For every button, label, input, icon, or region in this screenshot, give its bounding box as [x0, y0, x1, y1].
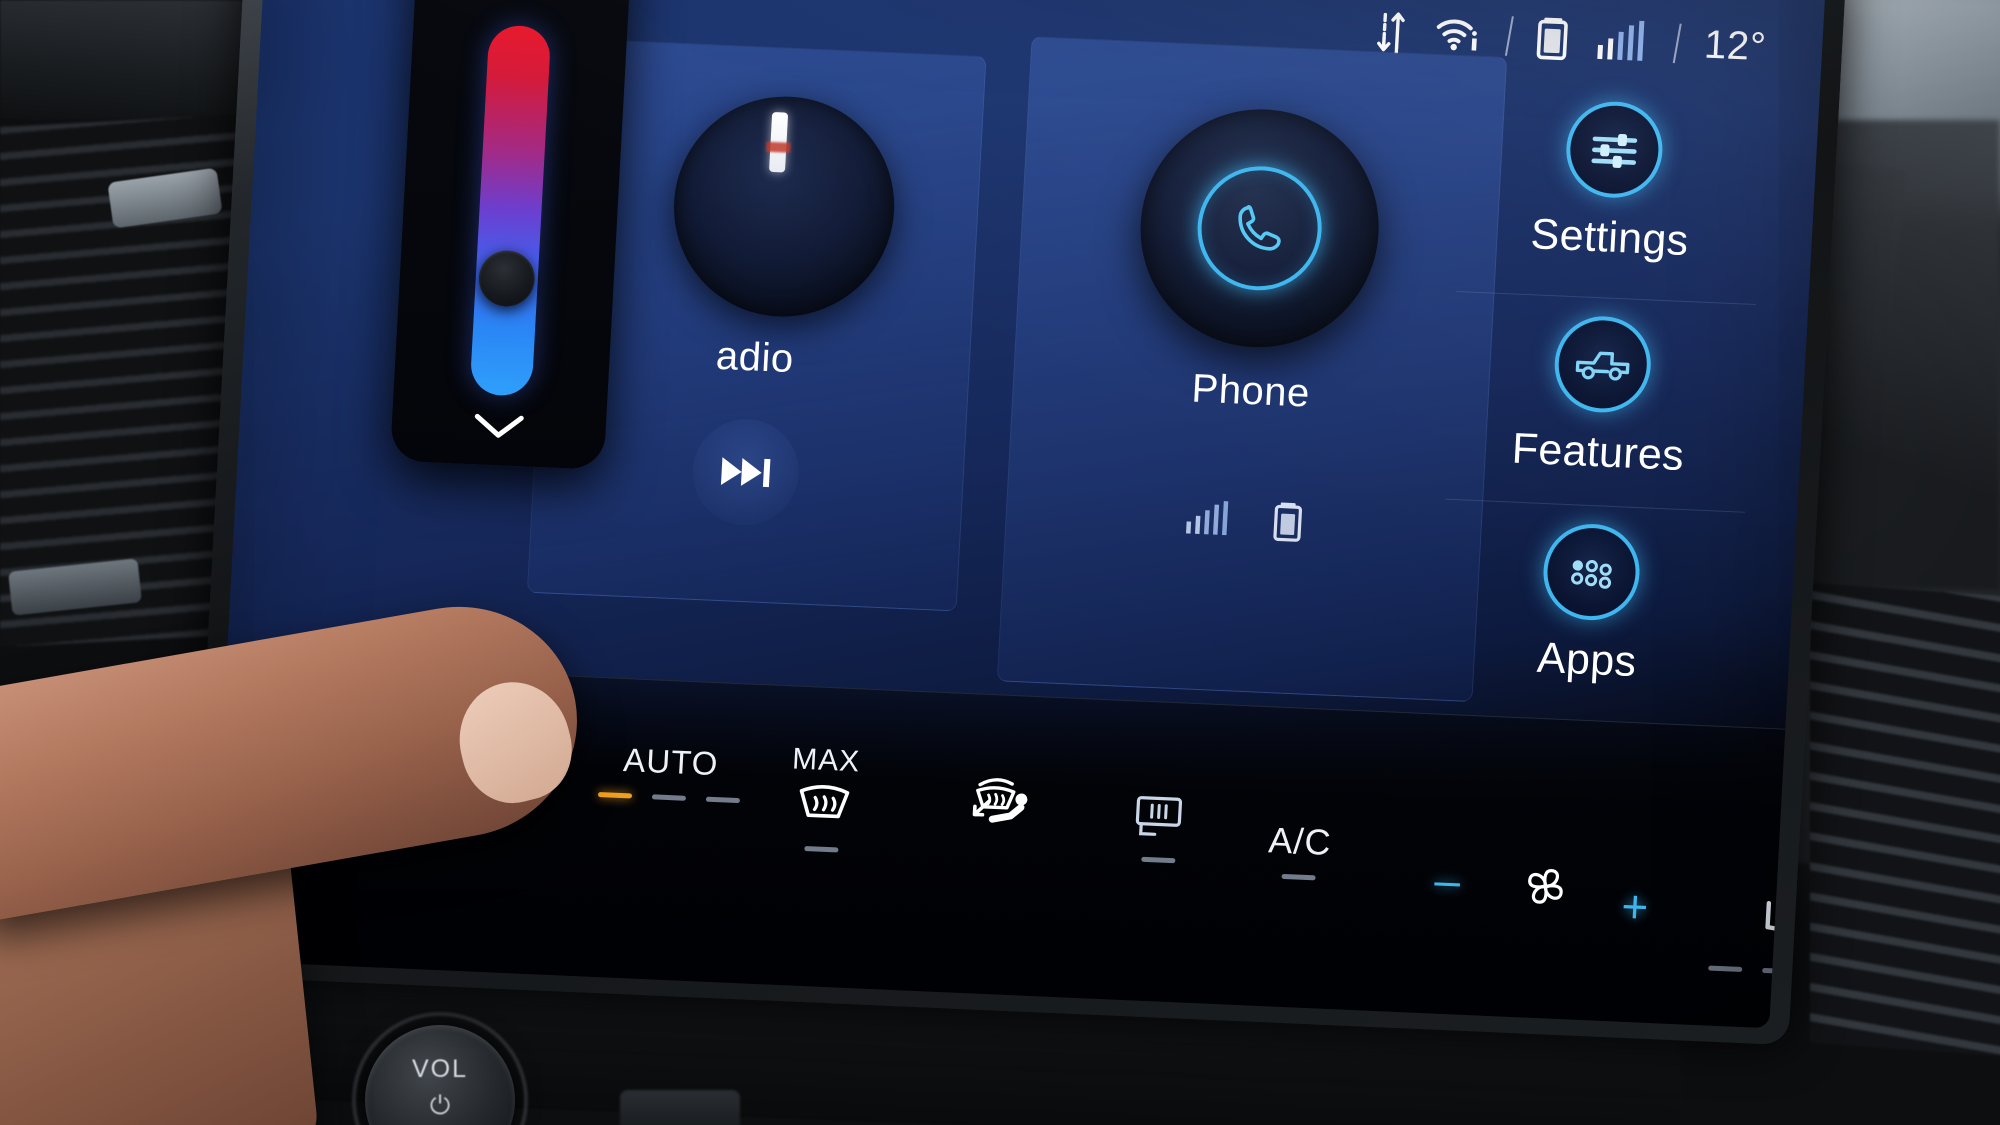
passenger-seat-indicators: [1708, 965, 1826, 977]
temperature-panel[interactable]: 20.0°: [389, 0, 637, 470]
menu-item-settings[interactable]: Settings: [1457, 83, 1768, 304]
temperature-down-button[interactable]: –: [397, 700, 426, 754]
menu-item-apps[interactable]: Apps: [1434, 498, 1745, 720]
phone-battery-icon: [1271, 500, 1304, 548]
data-transfer-arrows-icon: [1373, 8, 1409, 54]
infotainment-display: 12° adio Phone Settings Features Apps – …: [189, 0, 1847, 1046]
auto-climate-button[interactable]: AUTO: [597, 740, 743, 804]
chevron-down-icon[interactable]: [391, 407, 606, 446]
auto-level-dash: [651, 794, 687, 801]
seat-level-dash: [249, 755, 284, 763]
phone-signal-bars-icon: [1184, 499, 1232, 542]
tile-phone-label: Phone: [1190, 366, 1312, 416]
ac-button[interactable]: A/C: [1266, 819, 1333, 881]
wifi-info-icon: [1433, 13, 1483, 55]
temperature-gradient-slider[interactable]: [469, 24, 552, 397]
menu-item-features-label: Features: [1510, 424, 1686, 480]
menu-item-settings-label: Settings: [1529, 210, 1690, 266]
pickup-truck-icon: [1552, 314, 1654, 415]
tuner-knob-indicator: [768, 111, 789, 173]
driver-seat-button[interactable]: [249, 685, 395, 767]
rear-defrost-button[interactable]: [1129, 791, 1191, 864]
plus-icon: +: [508, 729, 539, 783]
max-defrost-dash: [804, 846, 839, 853]
minus-icon: –: [397, 700, 426, 754]
status-divider-1: [1504, 16, 1514, 56]
app-dots-icon: [1540, 522, 1643, 623]
menu-item-apps-label: Apps: [1535, 633, 1638, 687]
passenger-seat-button[interactable]: [1708, 895, 1826, 977]
seat-level-indicators: [249, 755, 392, 767]
seat-level-dash: [1708, 965, 1743, 973]
max-defrost-label: MAX: [791, 742, 862, 779]
temperature-value: 20.0°: [415, 0, 632, 13]
sliders-icon: [1563, 99, 1665, 200]
windshield-person-airflow-icon: [963, 772, 1043, 842]
auto-climate-label: AUTO: [622, 741, 720, 783]
seat-level-dash: [303, 758, 338, 765]
right-air-vent: [1810, 582, 2000, 1058]
rear-defrost-dash: [1141, 856, 1176, 864]
display-bezel: 12° adio Phone Settings Features Apps – …: [189, 0, 1847, 1046]
volume-knob-label: VOL: [411, 1055, 469, 1083]
status-divider-2: [1672, 23, 1682, 64]
display-screen[interactable]: 12° adio Phone Settings Features Apps – …: [210, 0, 1826, 1029]
max-defrost-button[interactable]: MAX: [787, 742, 861, 853]
console-button[interactable]: [620, 1090, 740, 1125]
signal-bars-icon: [1595, 19, 1651, 63]
right-menu: Settings Features Apps: [1434, 83, 1768, 720]
power-icon[interactable]: ⏻: [395, 1090, 485, 1122]
plus-icon: +: [1620, 879, 1650, 933]
dashboard-scene: VOL ⏻ 12° adio Phone Settings Features A…: [0, 0, 2000, 1125]
outside-temperature: 12°: [1703, 22, 1768, 69]
battery-icon: [1535, 14, 1571, 61]
max-defrost-indicator: [804, 846, 839, 853]
fan-blade-icon: [1515, 856, 1576, 921]
front-defrost-icon: [791, 781, 856, 841]
tile-phone[interactable]: Phone: [996, 36, 1508, 703]
auto-level-indicators: [597, 791, 741, 804]
temperature-up-button[interactable]: +: [508, 729, 539, 783]
seat-icon: [295, 687, 350, 746]
ac-dash: [1280, 873, 1316, 881]
rear-defrost-indicator: [1141, 856, 1176, 864]
fan-down-button[interactable]: –: [1433, 853, 1462, 907]
airflow-windshield-button[interactable]: [963, 772, 1043, 842]
menu-item-features[interactable]: Features: [1445, 290, 1757, 512]
ac-label: A/C: [1267, 819, 1333, 863]
ac-indicator: [1280, 873, 1316, 881]
fan-up-button[interactable]: +: [1620, 879, 1650, 933]
seat-level-dash: [357, 760, 392, 767]
seat-icon: [1754, 897, 1809, 956]
minus-icon: –: [1433, 853, 1462, 907]
auto-level-dash: [705, 796, 741, 804]
fan-icon-display[interactable]: [1515, 856, 1576, 921]
rear-defrost-icon: [1130, 791, 1191, 848]
auto-level-dash-active: [597, 791, 633, 799]
seat-level-dash: [1762, 967, 1797, 975]
phone-status-row: [1006, 489, 1482, 557]
skip-forward-icon[interactable]: [689, 416, 802, 528]
